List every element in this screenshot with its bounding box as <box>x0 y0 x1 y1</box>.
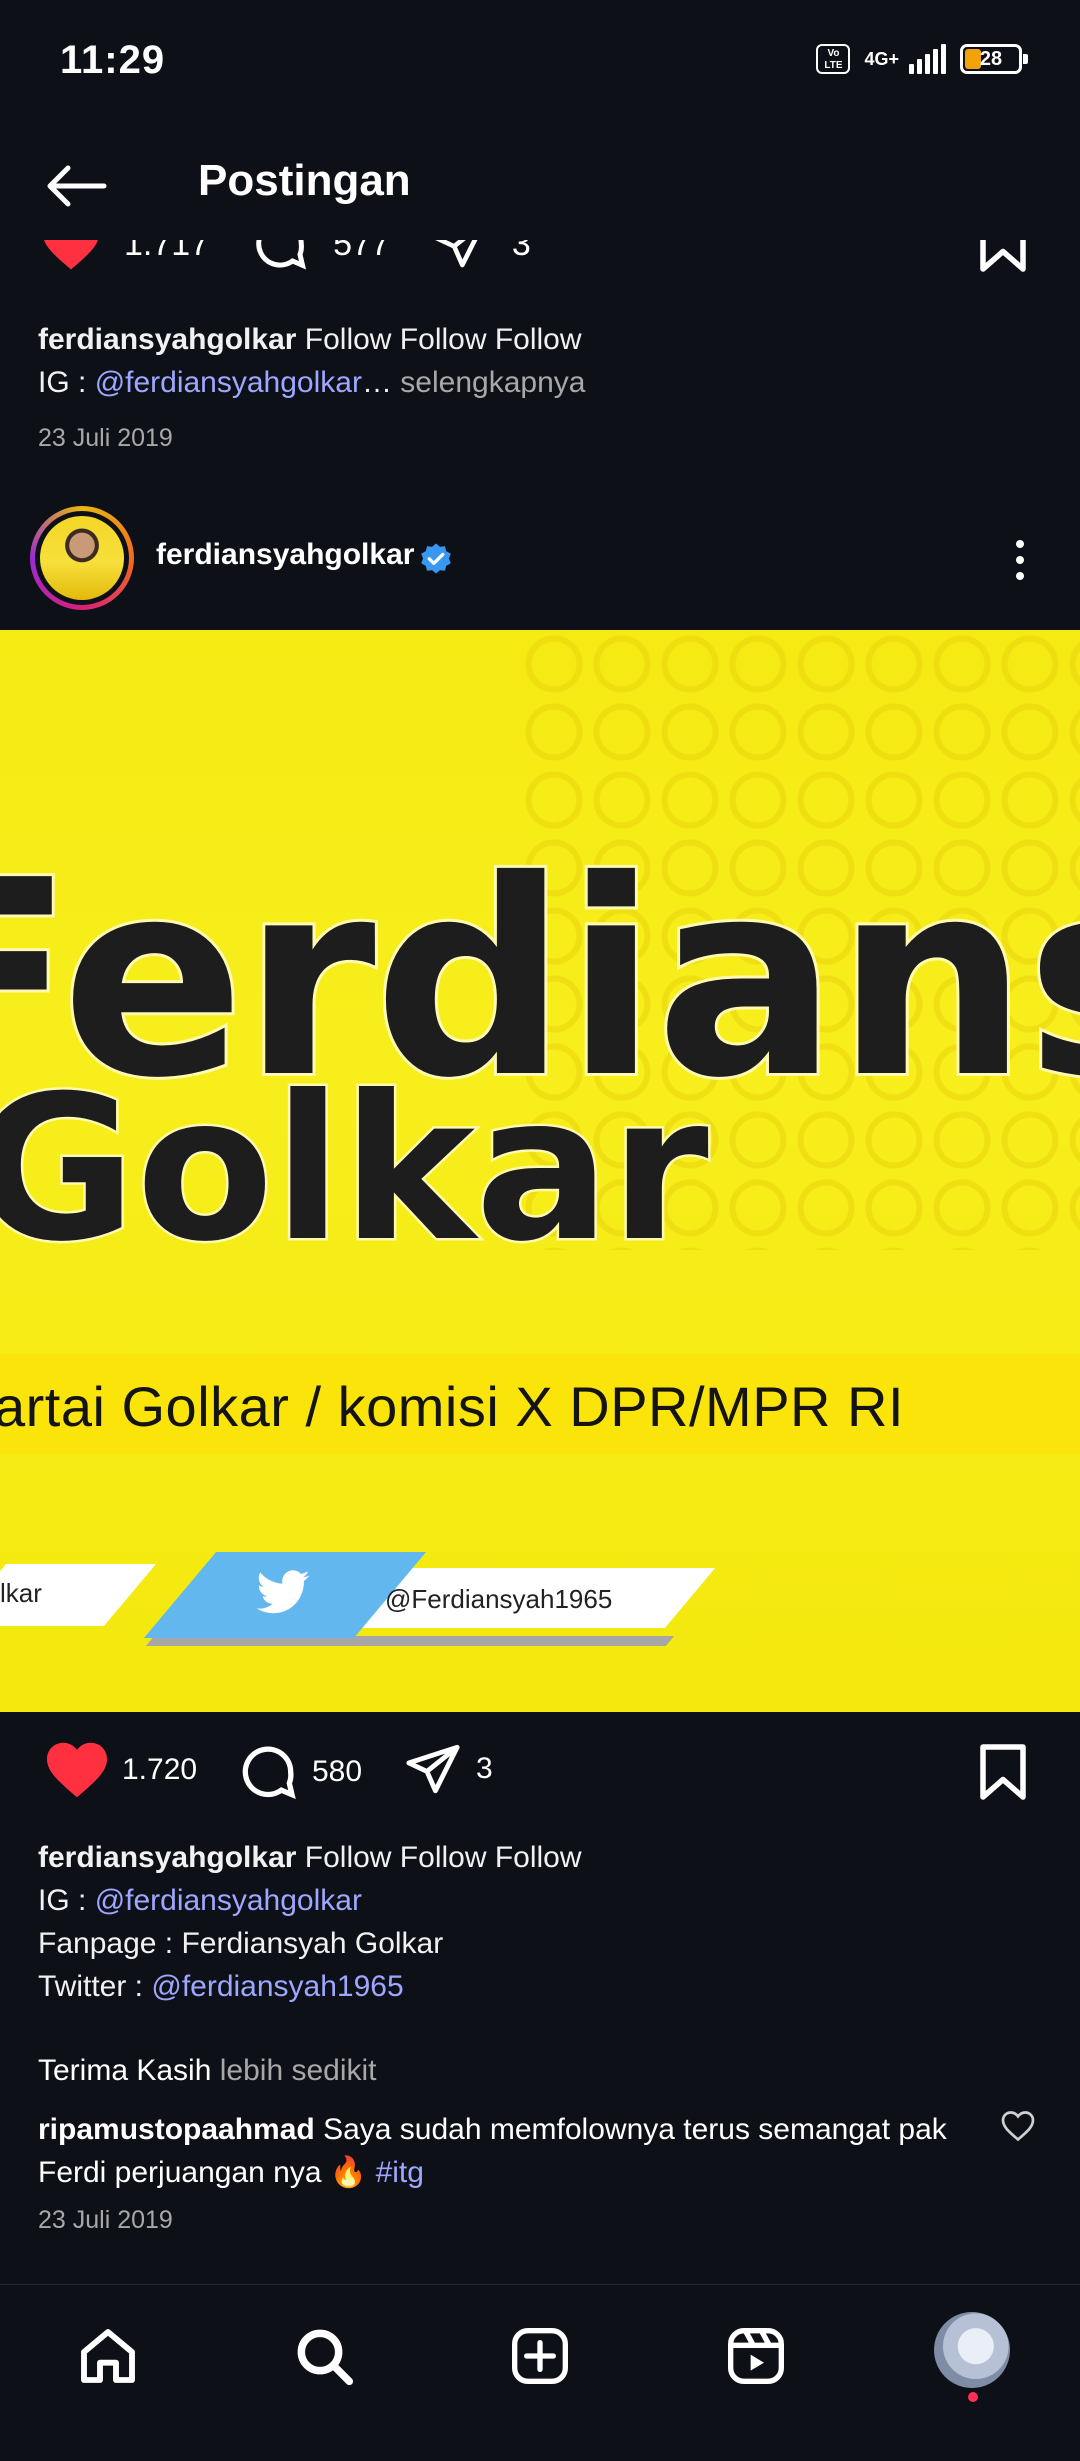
twitter-handle-link[interactable]: @ferdiansyah1965 <box>151 1970 403 2003</box>
bookmark-icon[interactable] <box>976 240 1030 274</box>
comment-hashtag[interactable]: #itg <box>376 2156 424 2189</box>
volte-icon: Vo LTE <box>816 44 851 74</box>
image-left-tag: lkar <box>0 1578 42 1608</box>
status-icons: Vo LTE 4G+ 28 <box>816 44 1028 74</box>
nav-search-button[interactable] <box>286 2318 362 2394</box>
post-actions: 1.720 580 3 <box>0 1740 1080 1820</box>
previous-post-date: 23 Juli 2019 <box>38 424 173 452</box>
caption-username[interactable]: ferdiansyahgolkar <box>38 1841 296 1874</box>
image-subtitle: artai Golkar / komisi X DPR/MPR RI <box>0 1375 905 1438</box>
image-party-text: Golkar <box>0 1053 711 1286</box>
bookmark-icon[interactable] <box>976 1742 1030 1802</box>
nav-create-button[interactable] <box>502 2318 578 2394</box>
caption-line: IG : @ferdiansyahgolkar <box>38 1879 582 1922</box>
verified-badge-icon <box>421 543 451 574</box>
battery-level: 28 <box>979 48 1003 70</box>
home-icon <box>81 2329 135 2383</box>
more-link[interactable]: selengkapnya <box>400 366 585 399</box>
share-icon[interactable] <box>402 1740 464 1798</box>
caption-fanpage: Fanpage : Ferdiansyah Golkar <box>38 1927 444 1960</box>
post-date: 23 Juli 2019 <box>38 2206 173 2234</box>
heart-filled-icon[interactable] <box>40 240 102 272</box>
avatar-photo <box>40 516 124 600</box>
share-icon[interactable] <box>430 240 490 272</box>
image-twitter-handle: @Ferdiansyah1965 <box>385 1584 613 1614</box>
shares-count: 3 <box>476 1752 493 1785</box>
status-bar: 11:29 Vo LTE 4G+ 28 <box>0 0 1080 130</box>
caption-line: IG : @ferdiansyahgolkar… selengkapnya <box>38 361 585 404</box>
status-time: 11:29 <box>60 38 166 82</box>
signal-icon <box>909 44 946 74</box>
comments-count[interactable]: 580 <box>312 1755 362 1789</box>
ig-label: IG : <box>38 366 95 399</box>
battery-icon: 28 <box>960 44 1028 74</box>
caption-line: ferdiansyahgolkar Follow Follow Follow <box>38 318 585 361</box>
post-image[interactable]: Ferdiansyah Golkar artai Golkar / komisi… <box>0 630 1080 1712</box>
heart-filled-icon[interactable] <box>44 1740 110 1800</box>
page-title: Postingan <box>198 156 411 205</box>
caption-username[interactable]: ferdiansyahgolkar <box>38 323 296 356</box>
back-button[interactable] <box>40 150 112 222</box>
ellipsis: … <box>361 366 392 399</box>
comment-username[interactable]: ripamustopaahmad <box>38 2113 315 2146</box>
post-caption: ferdiansyahgolkar Follow Follow Follow I… <box>38 1836 582 2008</box>
twitter-icon <box>256 1570 310 1614</box>
caption-thanks: Terima Kasih <box>38 2054 212 2087</box>
search-icon <box>297 2329 354 2386</box>
previous-comments-count: 577 <box>333 240 390 263</box>
more-options-icon[interactable] <box>1000 530 1040 590</box>
comment-heart-icon[interactable] <box>1000 2108 1036 2144</box>
avatar[interactable] <box>30 506 134 610</box>
comment-group: 580 <box>236 1740 362 1804</box>
caption-footer: Terima Kasih lebih sedikit <box>38 2054 377 2088</box>
comment-icon[interactable] <box>236 1740 300 1804</box>
create-icon <box>512 2328 568 2384</box>
caption-line: ferdiansyahgolkar Follow Follow Follow <box>38 1836 582 1879</box>
ig-handle-link[interactable]: @ferdiansyahgolkar <box>95 1884 362 1917</box>
back-arrow-icon <box>47 165 107 207</box>
caption-line: Twitter : @ferdiansyah1965 <box>38 1965 582 2008</box>
caption-text: Follow Follow Follow <box>304 323 582 356</box>
previous-likes-count: 1.717 <box>124 240 210 263</box>
less-link[interactable]: lebih sedikit <box>220 2054 377 2087</box>
post-username[interactable]: ferdiansyahgolkar <box>156 538 414 572</box>
caption-text: Follow Follow Follow <box>304 1841 582 1874</box>
comment: ripamustopaahmad Saya sudah memfolownya … <box>38 2108 958 2194</box>
likes-count[interactable]: 1.720 <box>122 1753 197 1787</box>
comment-icon[interactable] <box>249 240 311 274</box>
previous-post-caption: ferdiansyahgolkar Follow Follow Follow I… <box>38 318 585 404</box>
previous-shares-count: 3 <box>511 240 531 263</box>
ig-label: IG : <box>38 1884 95 1917</box>
reels-icon <box>728 2328 784 2384</box>
twitter-label: Twitter : <box>38 1970 152 2003</box>
nav-home-button[interactable] <box>70 2318 146 2394</box>
share-group: 3 <box>402 1740 493 1798</box>
like-group: 1.720 <box>44 1740 197 1800</box>
nav-profile-avatar[interactable] <box>934 2312 1010 2388</box>
network-type: 4G+ <box>864 48 899 69</box>
previous-post-actions: 1.717 577 3 <box>0 240 1080 290</box>
notification-dot <box>968 2392 978 2402</box>
nav-reels-button[interactable] <box>718 2318 794 2394</box>
ig-handle-link[interactable]: @ferdiansyahgolkar <box>95 366 362 399</box>
